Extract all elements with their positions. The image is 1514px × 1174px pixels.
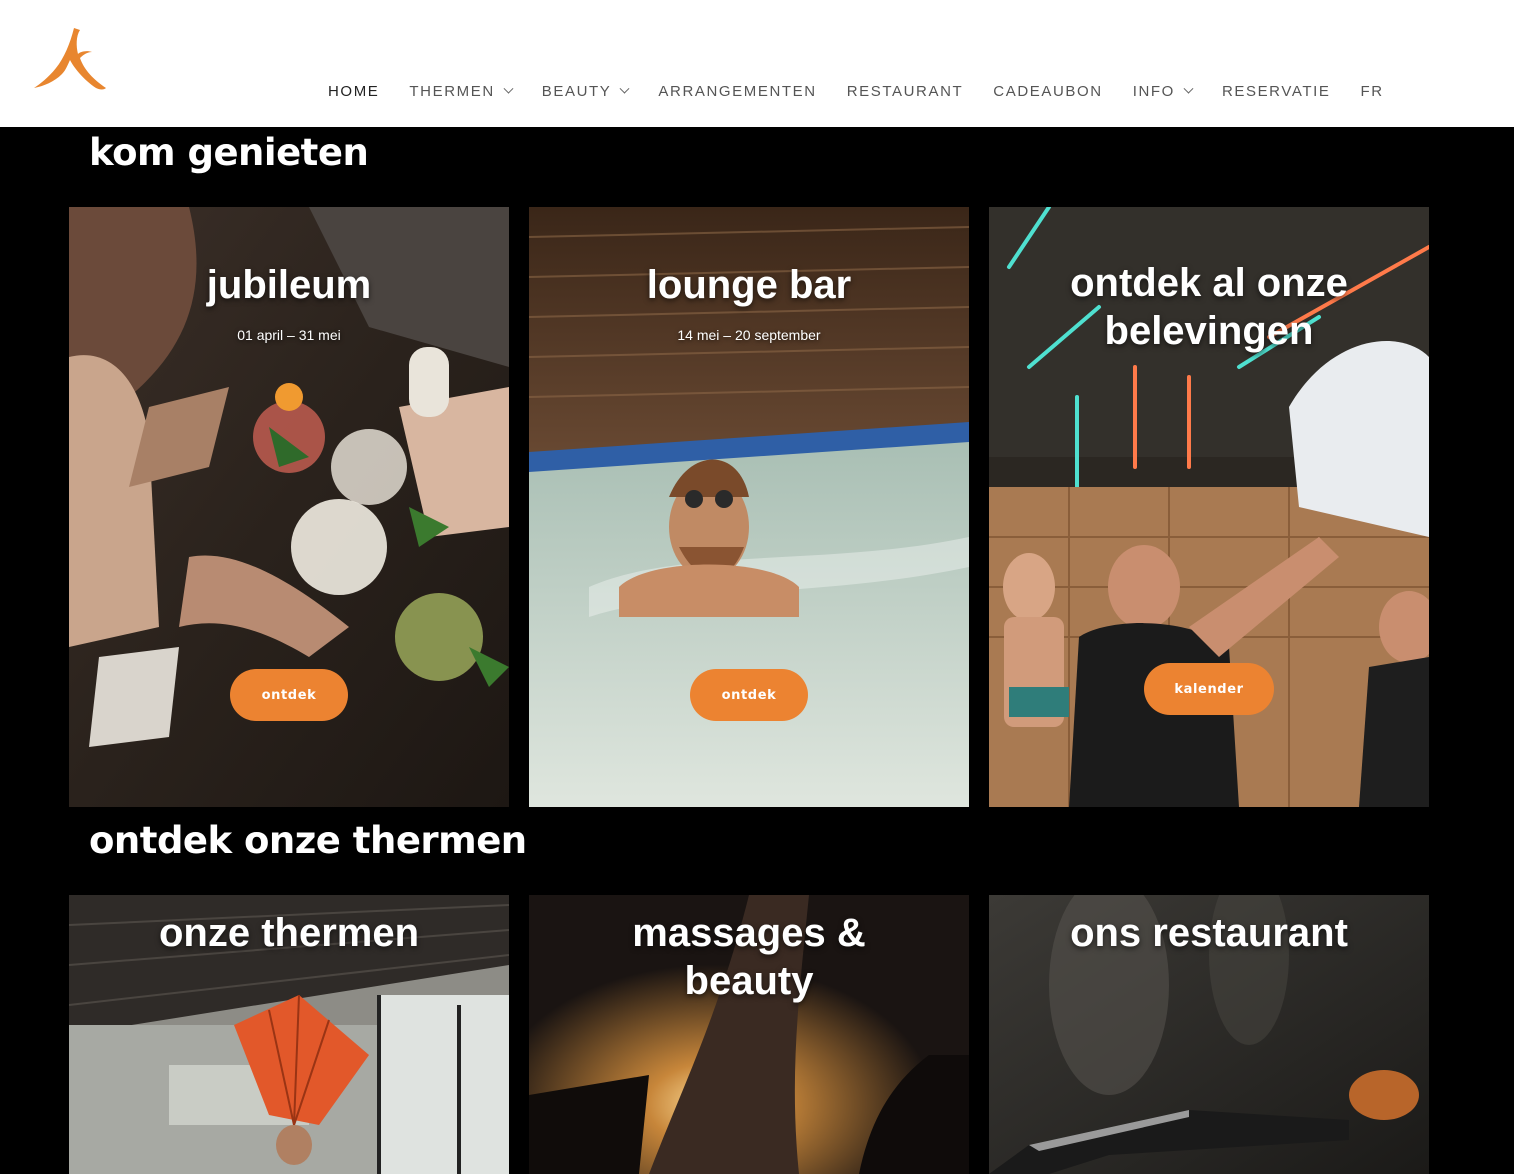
section-title-enjoy: kom genieten bbox=[89, 131, 369, 174]
card-title: lounge bar bbox=[646, 263, 852, 307]
brand-logo-icon[interactable] bbox=[30, 24, 110, 94]
card-title: massages & beauty bbox=[632, 911, 866, 1003]
nav-restaurant[interactable]: RESTAURANT bbox=[832, 83, 979, 100]
nav-arrangementen[interactable]: ARRANGEMENTEN bbox=[643, 83, 831, 100]
section-title-thermen: ontdek onze thermen bbox=[89, 819, 527, 862]
nav-info-label: INFO bbox=[1132, 82, 1175, 100]
nav-reservatie-label: RESERVATIE bbox=[1221, 82, 1331, 100]
site-header: HOME THERMEN BEAUTY ARRANGEMENTEN RESTAU… bbox=[0, 0, 1514, 127]
nav-beauty-label: BEAUTY bbox=[541, 82, 612, 100]
card-title: jubileum bbox=[206, 263, 372, 307]
calendar-button[interactable]: kalender bbox=[1144, 663, 1274, 715]
nav-home-label: HOME bbox=[328, 82, 380, 100]
nav-arrangementen-label: ARRANGEMENTEN bbox=[658, 82, 817, 100]
nav-reservatie[interactable]: RESERVATIE bbox=[1207, 83, 1346, 100]
card-title: ons restaurant bbox=[1070, 911, 1348, 955]
card-title: ontdek al onze belevingen bbox=[1070, 261, 1348, 353]
card-lounge-bar[interactable]: lounge bar 14 mei – 20 september ontdek bbox=[529, 207, 969, 807]
card-ons-restaurant[interactable]: ons restaurant bbox=[989, 895, 1429, 1174]
nav-thermen-label: THERMEN bbox=[409, 82, 495, 100]
chevron-down-icon bbox=[619, 83, 630, 94]
nav-thermen[interactable]: THERMEN bbox=[394, 83, 526, 100]
chevron-down-icon bbox=[503, 83, 514, 94]
nav-language-fr[interactable]: FR bbox=[1345, 83, 1398, 100]
card-date: 14 mei – 20 september bbox=[677, 327, 821, 343]
nav-info[interactable]: INFO bbox=[1118, 83, 1207, 100]
chevron-down-icon bbox=[1183, 83, 1194, 94]
nav-home[interactable]: HOME bbox=[313, 83, 394, 100]
card-onze-thermen[interactable]: onze thermen bbox=[69, 895, 509, 1174]
nav-restaurant-label: RESTAURANT bbox=[846, 82, 964, 100]
discover-button[interactable]: ontdek bbox=[230, 669, 348, 721]
nav-language-label: FR bbox=[1360, 82, 1384, 100]
card-jubileum[interactable]: jubileum 01 april – 31 mei ontdek bbox=[69, 207, 509, 807]
discover-button[interactable]: ontdek bbox=[690, 669, 808, 721]
nav-cadeaubon[interactable]: CADEAUBON bbox=[978, 83, 1117, 100]
card-massages-beauty[interactable]: massages & beauty bbox=[529, 895, 969, 1174]
card-date: 01 april – 31 mei bbox=[237, 327, 341, 343]
nav-beauty[interactable]: BEAUTY bbox=[527, 83, 644, 100]
card-belevingen[interactable]: ontdek al onze belevingen kalender bbox=[989, 207, 1429, 807]
card-title: onze thermen bbox=[158, 911, 420, 955]
nav-cadeaubon-label: CADEAUBON bbox=[993, 82, 1103, 100]
main-nav: HOME THERMEN BEAUTY ARRANGEMENTEN RESTAU… bbox=[313, 78, 1399, 104]
